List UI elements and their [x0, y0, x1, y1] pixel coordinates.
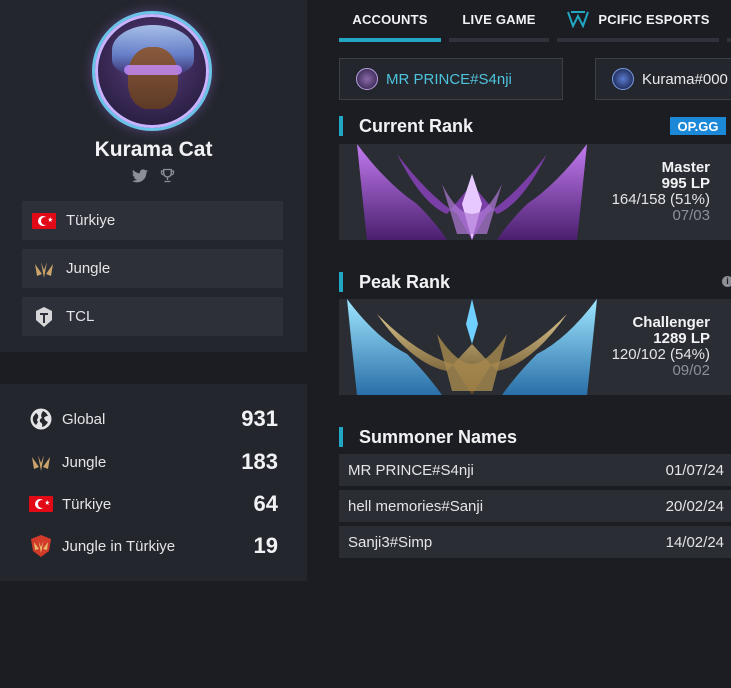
turkey-flag-icon: ★ — [26, 496, 56, 512]
tab-pcific-esports-label: PCIFIC ESPORTS — [598, 11, 710, 27]
info-country: ★ Türkiye — [22, 201, 283, 240]
tab-accounts-underline — [339, 38, 441, 42]
jungle-role-icon — [26, 451, 56, 473]
avatar — [95, 14, 209, 128]
peak-rank-tier: Challenger — [632, 314, 710, 331]
tab-pcific-esports-underline — [557, 38, 719, 42]
current-rank-lp: 995 LP — [661, 175, 710, 192]
turkey-flag-icon: ★ — [22, 212, 66, 229]
avatar-face — [128, 47, 178, 109]
profile-card: Kurama Cat ★ Türkiye Jungle TCL — [0, 0, 307, 352]
stat-role-label: Jungle — [62, 453, 107, 471]
heading-accent-bar — [339, 116, 343, 136]
tab-accounts-label: ACCOUNTS — [352, 11, 428, 27]
current-rank-tier: Master — [661, 159, 710, 176]
summoner-name: hell memories#Sanji — [348, 497, 484, 515]
heading-accent-bar — [339, 427, 343, 447]
summoner-names-heading: Summoner Names — [339, 426, 517, 448]
tab-live-game[interactable]: LIVE GAME — [449, 0, 549, 38]
peak-rank-winloss: 120/102 (54%) — [611, 346, 710, 363]
account-avatar — [612, 68, 634, 90]
peak-rank-lp: 1289 LP — [653, 330, 710, 347]
opgg-badge[interactable]: OP.GG — [670, 117, 726, 135]
summoner-name-date: 01/07/24 — [665, 461, 724, 479]
summoner-name-row: Sanji3#Simp 14/02/24 — [339, 526, 731, 558]
player-name: Kurama Cat — [94, 138, 213, 161]
peak-rank-heading: Peak Rank — [339, 271, 450, 293]
tcl-league-icon — [22, 306, 66, 328]
info-icon[interactable]: i — [722, 276, 731, 287]
current-rank-box: Master 995 LP 164/158 (51%) 07/03 — [339, 144, 731, 240]
master-emblem-icon — [357, 144, 587, 240]
jungle-role-icon — [22, 258, 66, 280]
summoner-name-date: 20/02/24 — [665, 497, 724, 515]
current-rank-date: 07/03 — [672, 207, 710, 224]
peak-rank-box: Challenger 1289 LP 120/102 (54%) 09/02 — [339, 299, 731, 395]
current-rank-title: Current Rank — [359, 115, 474, 136]
account-pill-mr-prince[interactable]: MR PRINCE#S4nji — [339, 58, 563, 100]
summoner-names-title: Summoner Names — [359, 426, 518, 447]
stat-role-country-value: 19 — [253, 533, 278, 558]
peak-rank-date: 09/02 — [672, 362, 710, 379]
tab-pcific-esports[interactable]: PCIFIC ESPORTS — [557, 0, 719, 38]
summoner-name: Sanji3#Simp — [348, 533, 433, 551]
account-name: MR PRINCE#S4nji — [386, 70, 512, 88]
tab-accounts[interactable]: ACCOUNTS — [339, 0, 441, 38]
stat-role-country-label: Jungle in Türkiye — [62, 537, 176, 555]
ranking-stats: Global 931 Jungle 183 ★ Türkiye 64 Jungl… — [0, 384, 307, 581]
stat-global-value: 931 — [241, 406, 278, 431]
info-role-label: Jungle — [66, 260, 111, 277]
info-league-label: TCL — [66, 308, 95, 325]
account-name: Kurama#000 — [642, 70, 728, 88]
summoner-name: MR PRINCE#S4nji — [348, 461, 474, 479]
heading-accent-bar — [339, 272, 343, 292]
jungle-region-icon — [26, 534, 56, 558]
stat-global-label: Global — [62, 410, 106, 428]
peak-rank-details: Challenger 1289 LP 120/102 (54%) 09/02 — [612, 315, 710, 379]
tab-overflow-underline — [727, 38, 731, 42]
globe-icon — [26, 407, 56, 431]
tab-bar: ACCOUNTS LIVE GAME PCIFIC ESPORTS — [339, 0, 731, 42]
stat-country-label: Türkiye — [62, 495, 112, 513]
stat-role-country: Jungle in Türkiye 19 — [26, 531, 278, 561]
info-country-label: Türkiye — [66, 212, 116, 229]
pcs-logo-icon — [566, 10, 590, 28]
info-league: TCL — [22, 297, 283, 336]
peak-rank-title: Peak Rank — [359, 271, 451, 292]
twitter-icon[interactable] — [131, 169, 148, 187]
current-rank-winloss: 164/158 (51%) — [611, 191, 710, 208]
stat-role-value: 183 — [241, 449, 278, 474]
info-role: Jungle — [22, 249, 283, 288]
trophy-icon[interactable] — [160, 168, 175, 187]
summoner-name-row: hell memories#Sanji 20/02/24 — [339, 490, 731, 522]
stat-country: ★ Türkiye 64 — [26, 489, 278, 519]
challenger-emblem-icon — [347, 299, 597, 395]
avatar-visor — [124, 65, 182, 75]
stat-country-value: 64 — [253, 491, 278, 516]
summoner-name-date: 14/02/24 — [665, 533, 724, 551]
current-rank-details: Master 995 LP 164/158 (51%) 07/03 — [612, 160, 710, 224]
stat-global: Global 931 — [26, 404, 278, 434]
stat-role: Jungle 183 — [26, 447, 278, 477]
current-rank-heading: Current Rank — [339, 115, 473, 137]
tab-live-game-underline — [449, 38, 549, 42]
account-pill-kurama[interactable]: Kurama#000 — [595, 58, 731, 100]
summoner-name-row: MR PRINCE#S4nji 01/07/24 — [339, 454, 731, 486]
social-links — [0, 168, 307, 187]
account-avatar — [356, 68, 378, 90]
tab-live-game-label: LIVE GAME — [462, 11, 536, 27]
